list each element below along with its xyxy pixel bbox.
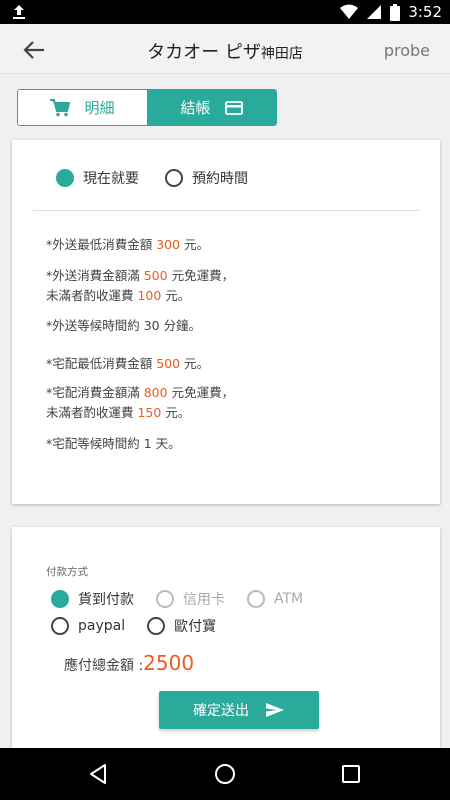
tab-detail[interactable]: 明細: [18, 90, 147, 125]
radio-credit-card-label: 信用卡: [183, 592, 225, 608]
cart-icon: [50, 98, 71, 116]
total-row: 應付總金額 : 2500: [64, 651, 194, 675]
payment-card: 付款方式 貨到付款 信用卡 ATM paypal 歐付寶 應付總金額 : 250…: [12, 527, 440, 752]
app-bar: タカオー ピザ神田店 probe: [0, 24, 450, 74]
send-icon: [266, 703, 284, 717]
divider: [33, 210, 419, 211]
rule-delivery-wait: *外送等候時間約 30 分鐘。: [46, 318, 202, 333]
radio-button[interactable]: [147, 617, 166, 635]
radio-atm[interactable]: ATM: [247, 590, 303, 608]
radio-button[interactable]: [51, 590, 69, 608]
radio-allpay[interactable]: 歐付寶: [147, 616, 216, 636]
status-time: 3:52: [408, 3, 442, 21]
radio-atm-label: ATM: [274, 591, 304, 607]
tab-detail-label: 明細: [84, 99, 115, 117]
radio-button[interactable]: [56, 169, 74, 187]
tab-checkout-label: 結帳: [180, 99, 211, 117]
tab-bar: 明細 結帳: [17, 89, 277, 126]
radio-button[interactable]: [156, 590, 174, 608]
radio-now-label: 現在就要: [83, 171, 139, 187]
credit-card-icon: [224, 100, 243, 115]
radio-reserve[interactable]: 預約時間: [165, 168, 248, 188]
radio-button[interactable]: [247, 590, 265, 608]
branch-name: 神田店: [260, 46, 303, 62]
probe-label[interactable]: probe: [384, 41, 430, 60]
radio-reserve-label: 預約時間: [192, 171, 248, 187]
submit-button[interactable]: 確定送出: [159, 691, 319, 729]
rule-home-free: *宅配消費金額滿 800 元免運費， 未滿者酌收運費 150 元。: [46, 385, 235, 420]
radio-now[interactable]: 現在就要: [56, 168, 139, 188]
radio-paypal[interactable]: paypal: [51, 617, 125, 635]
radio-button[interactable]: [165, 169, 183, 187]
delivery-info-card: 現在就要 預約時間 *外送最低消費金額 300 元。 *外送消費金額滿 500 …: [12, 140, 440, 504]
nav-back-button[interactable]: [86, 762, 110, 786]
upload-icon: [10, 3, 28, 21]
radio-cod[interactable]: 貨到付款: [51, 589, 134, 609]
total-label: 應付總金額 :: [64, 658, 144, 674]
nav-home-button[interactable]: [213, 762, 237, 786]
radio-allpay-label: 歐付寶: [174, 619, 217, 635]
system-nav-bar: [0, 748, 450, 800]
square-recents-icon: [342, 765, 360, 783]
status-bar: 3:52: [0, 0, 450, 24]
tab-checkout[interactable]: 結帳: [147, 90, 276, 125]
rule-home-wait: *宅配等候時間約 1 天。: [46, 436, 181, 451]
circle-home-icon: [215, 764, 235, 784]
signal-icon: [366, 4, 382, 20]
battery-icon: [390, 3, 401, 21]
submit-label: 確定送出: [193, 703, 249, 719]
rule-home-min: *宅配最低消費金額 500 元。: [46, 356, 210, 371]
rule-delivery-free: *外送消費金額滿 500 元免運費， 未滿者酌收運費 100 元。: [46, 268, 235, 303]
payment-method-label: 付款方式: [46, 566, 88, 578]
store-name: タカオー ピザ: [147, 42, 261, 63]
triangle-back-icon: [90, 764, 106, 784]
radio-button[interactable]: [51, 617, 69, 635]
radio-credit-card[interactable]: 信用卡: [156, 589, 225, 609]
radio-paypal-label: paypal: [78, 618, 126, 634]
radio-cod-label: 貨到付款: [78, 592, 134, 608]
page-title: タカオー ピザ神田店: [0, 38, 450, 64]
rule-delivery-min: *外送最低消費金額 300 元。: [46, 237, 210, 252]
total-amount: 2500: [143, 651, 195, 675]
wifi-icon: [340, 4, 359, 20]
nav-recents-button[interactable]: [339, 762, 363, 786]
